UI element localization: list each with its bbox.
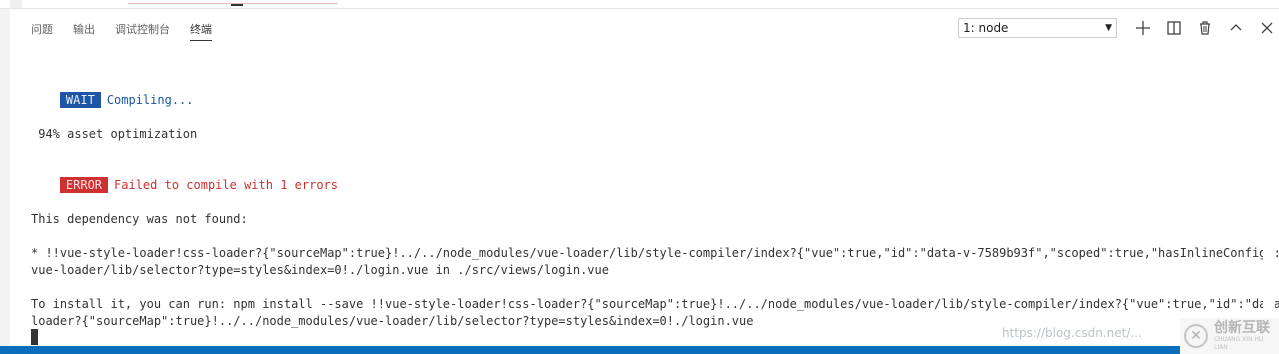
terminal-line-error: ERROR Failed to compile with 1 errors (31, 160, 338, 193)
close-panel-button[interactable] (1256, 17, 1278, 39)
error-badge: ERROR (59, 177, 109, 193)
left-rail (0, 9, 10, 346)
watermark: https://blog.csdn.net/... (1002, 326, 1142, 340)
terminal-output[interactable]: WAIT Compiling... 94% asset optimization … (31, 72, 1279, 345)
panel-tabs: 问题 输出 调试控制台 终端 (31, 21, 232, 41)
error-text: Failed to compile with 1 errors (114, 178, 338, 192)
editor-strip (0, 0, 1279, 9)
logo-sub: CHUANG XIN HU LIAN (1213, 336, 1264, 351)
panel-header: 问题 输出 调试控制台 终端 1: node ▼ (0, 9, 1279, 47)
logo-mark-icon: ✕ (1184, 324, 1208, 348)
tab-debug-console[interactable]: 调试控制台 (115, 21, 170, 41)
tab-terminal[interactable]: 终端 (190, 21, 212, 41)
terminal-line-progress: 94% asset optimization (31, 127, 198, 141)
split-terminal-button[interactable] (1163, 17, 1185, 39)
maximize-panel-button[interactable] (1225, 17, 1247, 39)
tab-problems[interactable]: 问题 (31, 21, 53, 41)
terminal-line-dep-1: * !!vue-style-loader!css-loader?{"source… (31, 246, 1279, 260)
terminal-line-install-1: To install it, you can run: npm install … (31, 297, 1279, 311)
plus-icon (1136, 21, 1150, 35)
terminal-select-value: 1: node (963, 21, 1009, 35)
chevron-down-icon: ▼ (1105, 23, 1112, 33)
logo-name: 创新互联 (1213, 320, 1270, 336)
wait-text: Compiling... (106, 93, 194, 107)
trash-icon (1200, 21, 1210, 35)
terminal-line-wait: WAIT Compiling... (31, 75, 194, 108)
terminal-cursor (31, 329, 38, 345)
panel-actions (1132, 17, 1279, 39)
kill-terminal-button[interactable] (1194, 17, 1216, 39)
terminal-scrollbar[interactable] (1263, 48, 1275, 343)
editor-gutter (10, 0, 22, 8)
tab-output[interactable]: 输出 (73, 21, 95, 41)
brand-logo: ✕ 创新互联 CHUANG XIN HU LIAN (1180, 318, 1279, 354)
new-terminal-button[interactable] (1132, 17, 1154, 39)
terminal-line-dep-2: vue-loader/lib/selector?type=styles&inde… (31, 263, 609, 277)
terminal-select[interactable]: 1: node ▼ (958, 18, 1117, 38)
editor-cursor (231, 4, 243, 6)
terminal-line-install-2: loader?{"sourceMap":true}!../../node_mod… (31, 314, 754, 328)
terminal-line-dep-not-found: This dependency was not found: (31, 212, 248, 226)
status-bar (0, 346, 1180, 354)
logo-text: 创新互联 CHUANG XIN HU LIAN (1214, 320, 1279, 352)
chevron-up-icon (1230, 24, 1242, 31)
split-icon (1167, 21, 1181, 35)
wait-badge: WAIT (59, 92, 101, 108)
close-icon (1261, 22, 1273, 34)
